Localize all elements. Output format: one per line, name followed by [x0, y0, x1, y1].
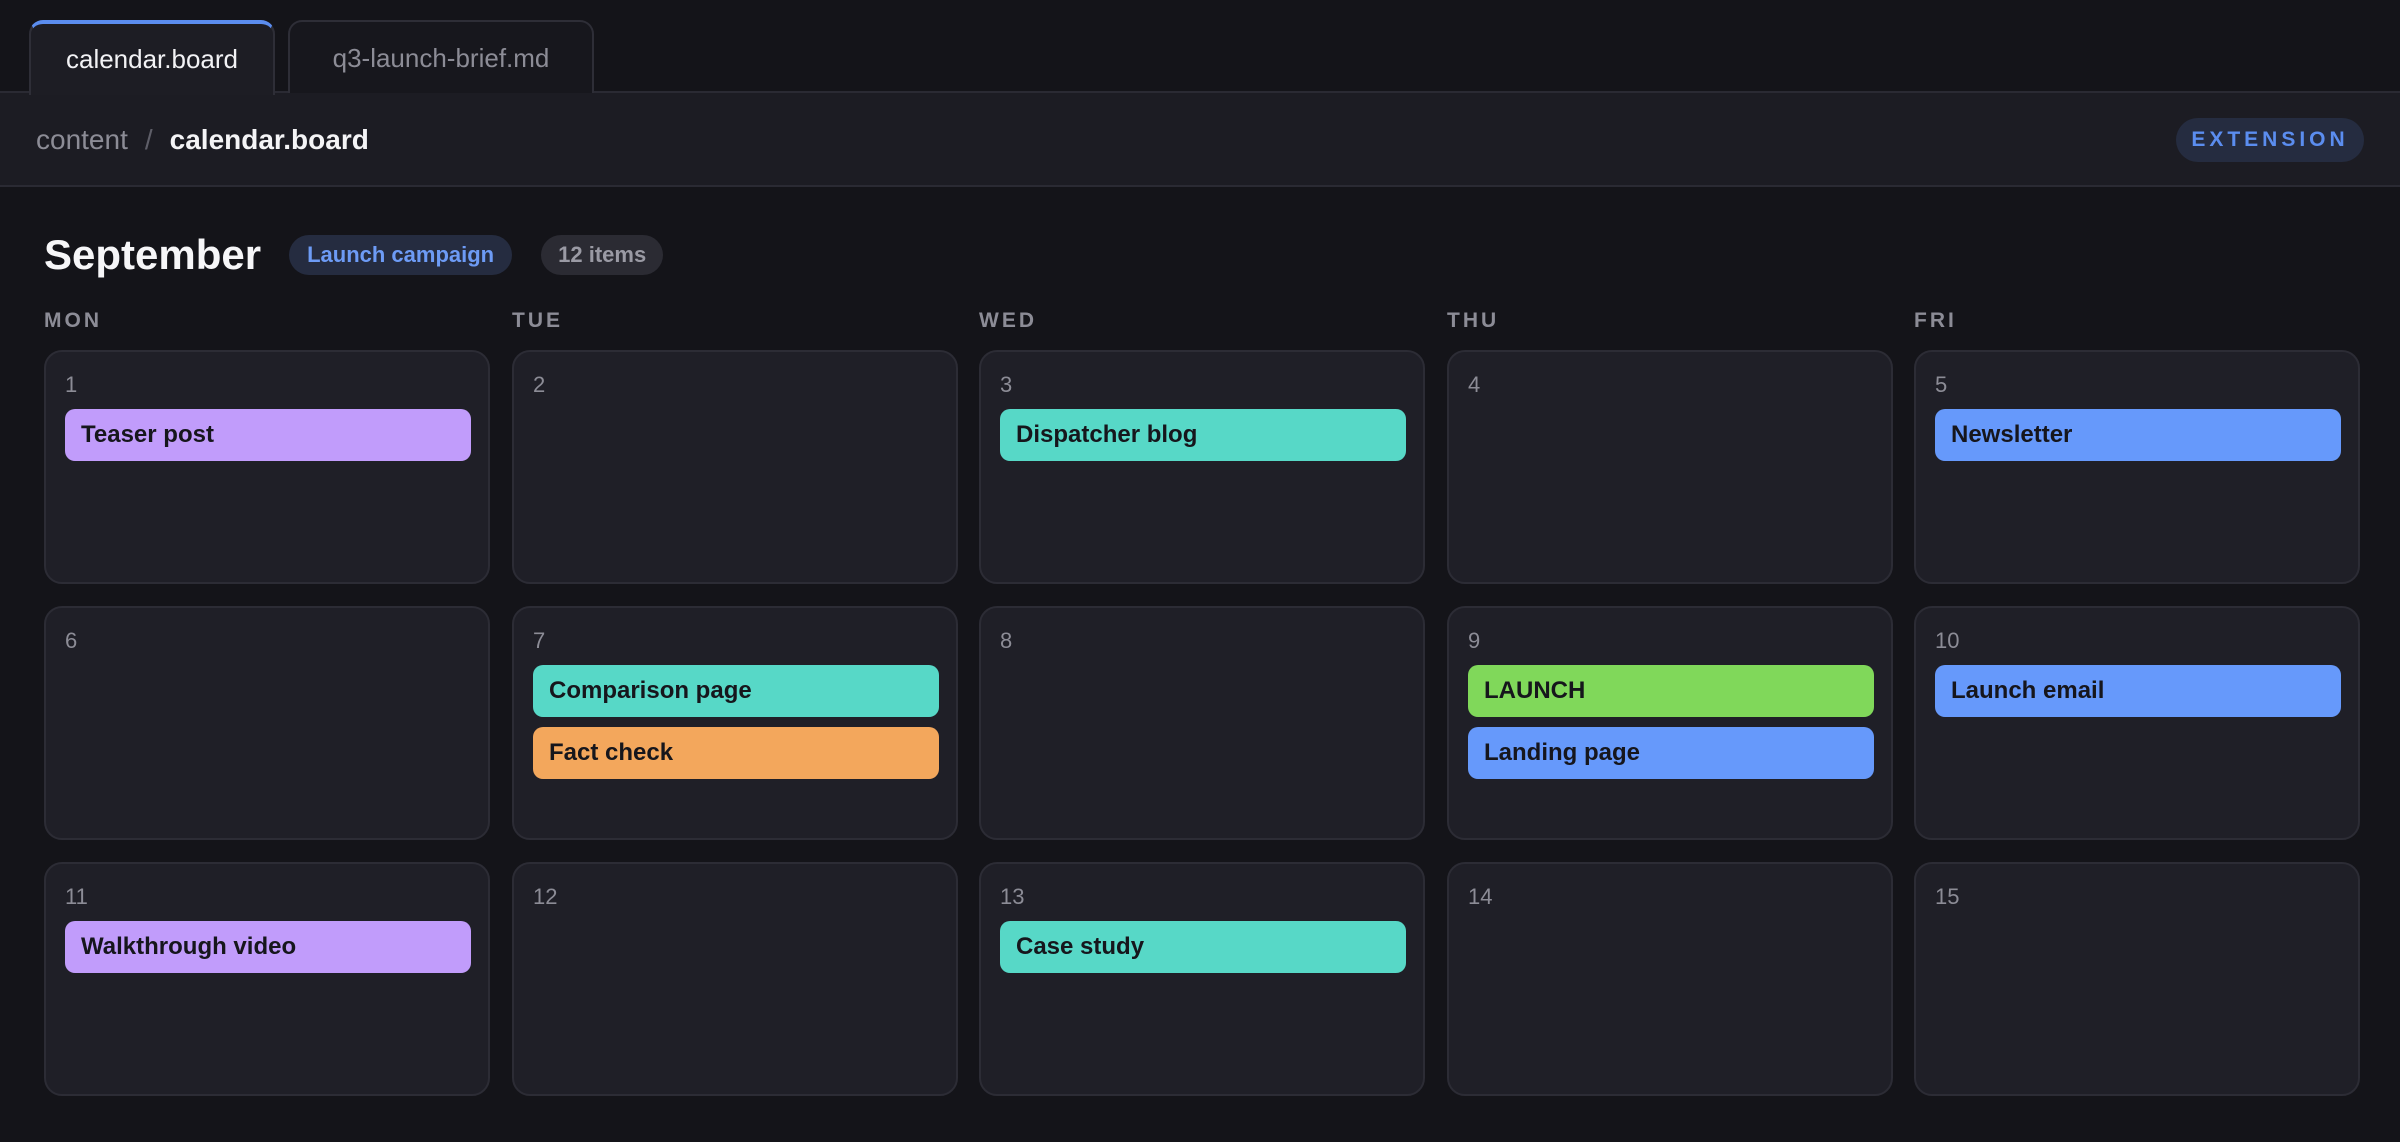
- day-cell-1[interactable]: 1 Teaser post: [44, 350, 490, 584]
- month-title: September: [44, 231, 262, 278]
- event-chip[interactable]: Teaser post: [65, 409, 471, 461]
- breadcrumb: content / calendar.board: [36, 93, 369, 187]
- day-number: 6: [65, 628, 78, 653]
- event-chip[interactable]: Launch email: [1935, 665, 2341, 717]
- day-cell-10[interactable]: 10 Launch email: [1914, 606, 2360, 840]
- event-chip[interactable]: Dispatcher blog: [1000, 409, 1406, 461]
- day-number: 11: [65, 884, 88, 909]
- day-cell-5[interactable]: 5 Newsletter: [1914, 350, 2360, 584]
- calendar-board: September Launch campaign 12 items MON TU…: [0, 189, 2400, 1142]
- day-cell-9[interactable]: 9 LAUNCH Landing page: [1447, 606, 1893, 840]
- day-number: 10: [1935, 628, 1960, 653]
- day-number: 5: [1935, 372, 1948, 397]
- day-number: 8: [1000, 628, 1013, 653]
- campaign-pill[interactable]: Launch campaign: [289, 235, 513, 275]
- day-cell-12[interactable]: 12: [512, 862, 958, 1096]
- day-cell-2[interactable]: 2: [512, 350, 958, 584]
- day-cell-11[interactable]: 11 Walkthrough video: [44, 862, 490, 1096]
- weekday-mon: MON: [44, 309, 102, 332]
- weekday-fri: FRI: [1914, 309, 1957, 332]
- day-number: 12: [533, 884, 558, 909]
- tab-label: calendar.board: [65, 44, 239, 74]
- weekday-thu: THU: [1447, 309, 1500, 332]
- tab-bar: calendar.board q3-launch-brief.md: [0, 0, 2400, 95]
- tab-label: q3-launch-brief.md: [332, 42, 550, 73]
- day-cell-4[interactable]: 4: [1447, 350, 1893, 584]
- extension-badge: EXTENSION: [2176, 118, 2364, 162]
- day-cell-7[interactable]: 7 Comparison page Fact check: [512, 606, 958, 840]
- day-number: 1: [65, 372, 78, 397]
- day-number: 7: [533, 628, 546, 653]
- event-chip[interactable]: Comparison page: [533, 665, 939, 717]
- event-chip[interactable]: Fact check: [533, 727, 939, 779]
- weekday-tue: TUE: [512, 309, 563, 332]
- breadcrumb-parent[interactable]: content: [36, 124, 128, 156]
- event-chip[interactable]: Newsletter: [1935, 409, 2341, 461]
- editor-header: content / calendar.board EXTENSION: [0, 93, 2400, 187]
- day-cell-3[interactable]: 3 Dispatcher blog: [979, 350, 1425, 584]
- day-cell-8[interactable]: 8: [979, 606, 1425, 840]
- item-count-pill: 12 items: [541, 235, 664, 275]
- day-number: 2: [533, 372, 546, 397]
- day-number: 14: [1468, 884, 1493, 909]
- breadcrumb-separator: /: [144, 124, 153, 155]
- day-number: 15: [1935, 884, 1960, 909]
- weekday-wed: WED: [979, 309, 1037, 332]
- tab-q3-launch-brief[interactable]: q3-launch-brief.md: [288, 20, 594, 94]
- event-chip[interactable]: LAUNCH: [1468, 665, 1874, 717]
- breadcrumb-current: calendar.board: [169, 124, 369, 155]
- weekday-header: MON TUE WED THU FRI: [44, 309, 2356, 339]
- day-number: 9: [1468, 628, 1481, 653]
- tab-calendar-board[interactable]: calendar.board: [29, 20, 275, 95]
- event-chip[interactable]: Landing page: [1468, 727, 1874, 779]
- event-chip[interactable]: Walkthrough video: [65, 921, 471, 973]
- calendar-title-row: September Launch campaign 12 items: [44, 225, 664, 285]
- event-chip[interactable]: Case study: [1000, 921, 1406, 973]
- day-cell-14[interactable]: 14: [1447, 862, 1893, 1096]
- day-number: 4: [1468, 372, 1481, 397]
- day-cell-13[interactable]: 13 Case study: [979, 862, 1425, 1096]
- day-number: 13: [1000, 884, 1025, 909]
- day-number: 3: [1000, 372, 1013, 397]
- day-cell-6[interactable]: 6: [44, 606, 490, 840]
- day-cell-15[interactable]: 15: [1914, 862, 2360, 1096]
